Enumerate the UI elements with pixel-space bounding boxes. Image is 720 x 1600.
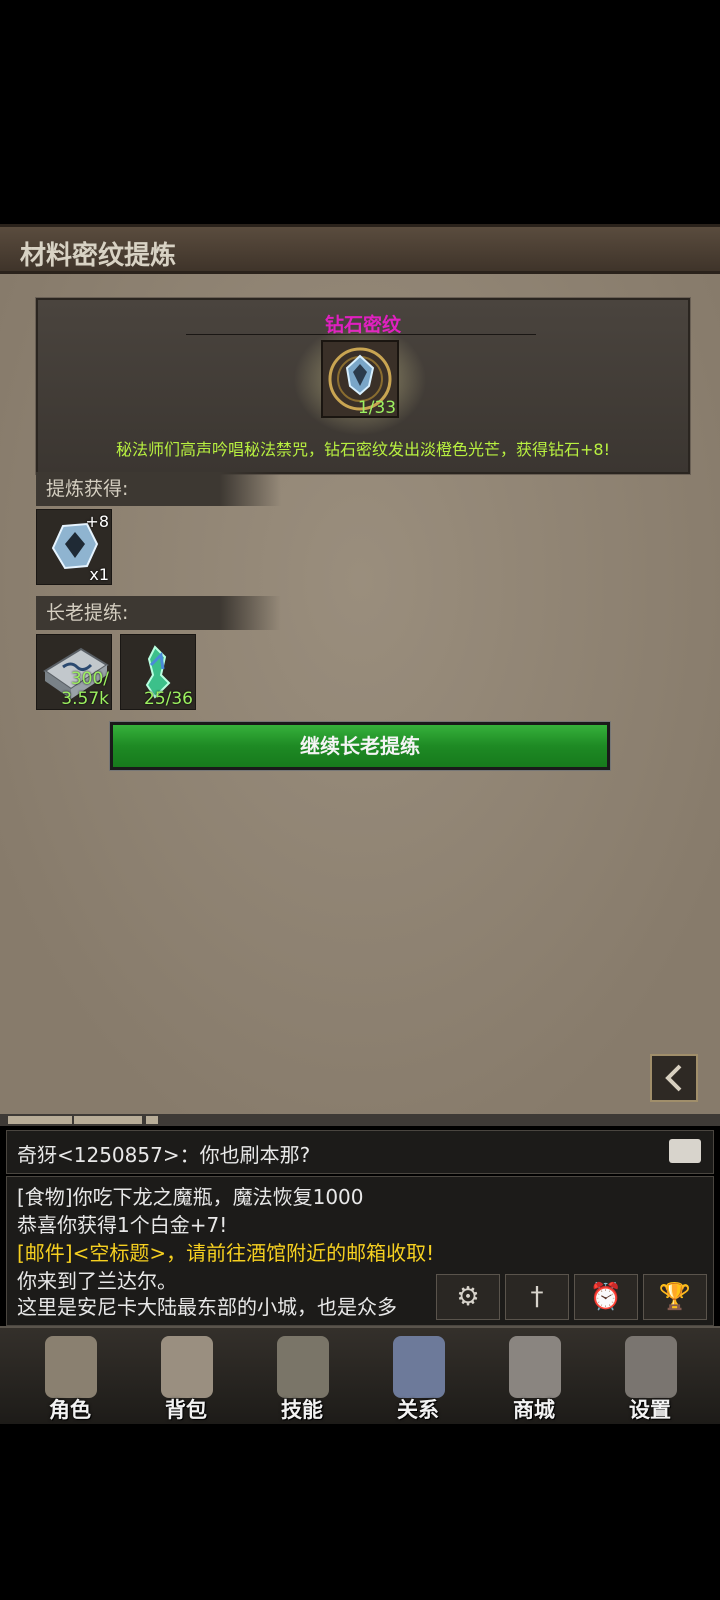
elder-item-slot-2[interactable]: 25/36: [120, 634, 196, 710]
gain-bonus: +8: [85, 512, 109, 531]
nav-label: 设置: [629, 1398, 671, 1422]
helmet-icon: [45, 1336, 97, 1398]
elder-item-1-count-line2: 3.57k: [61, 689, 109, 709]
nav-label: 商城: [513, 1398, 555, 1422]
rune-count: 1/33: [357, 398, 397, 418]
gain-item-slot[interactable]: +8 x1: [36, 509, 112, 585]
trophy-icon[interactable]: 🏆: [643, 1274, 707, 1320]
refine-panel: 材料密纹提炼 钻石密纹 1/33 秘法师们高声吟唱秘法禁咒，钻石密纹发出淡橙色光…: [0, 224, 720, 1114]
bottom-nav: 角色 背包 技能 关系 商城 设置: [0, 1326, 720, 1424]
nav-label: 背包: [165, 1398, 207, 1422]
backpack-icon: [161, 1336, 213, 1398]
nav-label: 技能: [281, 1398, 323, 1422]
continue-elder-refine-button[interactable]: 继续长老提练: [110, 722, 610, 770]
nav-item-skills[interactable]: 技能: [252, 1328, 352, 1424]
nav-label: 关系: [397, 1398, 439, 1422]
chevron-left-icon: [665, 1064, 682, 1092]
nav-item-character[interactable]: 角色: [20, 1328, 120, 1424]
nav-label: 角色: [49, 1398, 91, 1422]
chat-log-line: [食物]你吃下龙之魔瓶，魔法恢复1000: [17, 1185, 364, 1209]
spellbook-icon: [277, 1336, 329, 1398]
chat-bubble-icon[interactable]: [669, 1139, 701, 1163]
chat-log-line: [邮件]<空标题>，请前往酒馆附近的邮箱收取!: [17, 1241, 435, 1265]
elder-item-slot-1[interactable]: 300/ 3.57k: [36, 634, 112, 710]
chat-tab[interactable]: [74, 1116, 142, 1124]
gain-qty: x1: [89, 565, 109, 584]
chest-icon: [509, 1336, 561, 1398]
compass-gear-icon[interactable]: ⚙: [436, 1274, 500, 1320]
page-title: 材料密纹提炼: [20, 241, 177, 271]
back-button[interactable]: [650, 1054, 698, 1102]
elder-item-1-count-line1: 300/: [70, 669, 109, 689]
nav-item-settings[interactable]: 设置: [600, 1328, 700, 1424]
chat-tab[interactable]: [146, 1116, 158, 1124]
refine-gain-label: 提炼获得:: [36, 472, 281, 506]
elder-refine-label: 长老提练:: [36, 596, 281, 630]
chat-log-line: 恭喜你获得1个白金+7!: [17, 1213, 228, 1237]
title-bar: 材料密纹提炼: [0, 224, 720, 274]
nav-item-backpack[interactable]: 背包: [136, 1328, 236, 1424]
nav-item-shop[interactable]: 商城: [484, 1328, 584, 1424]
chat-latest-text: 奇犽<1250857>：你也刷本那?: [17, 1143, 311, 1167]
chat-latest-message[interactable]: 奇犽<1250857>：你也刷本那?: [6, 1130, 714, 1174]
chat-log-line: 这里是安尼卡大陆最东部的小城，也是众多: [17, 1295, 397, 1319]
elder-item-2-count: 25/36: [144, 689, 193, 709]
rune-description: 秘法师们高声吟唱秘法禁咒，钻石密纹发出淡橙色光芒，获得钻石+8!: [115, 440, 610, 459]
handshake-icon: [393, 1336, 445, 1398]
chat-channel-tabs[interactable]: [0, 1114, 720, 1126]
gear-icon: [625, 1336, 677, 1398]
nav-item-relations[interactable]: 关系: [368, 1328, 468, 1424]
chat-log-line: 你来到了兰达尔。: [17, 1269, 177, 1293]
chat-tab[interactable]: [8, 1116, 72, 1124]
rune-info-box: 钻石密纹 1/33 秘法师们高声吟唱秘法禁咒，钻石密纹发出淡橙色光芒，获得钻石+…: [36, 298, 690, 474]
sword-icon[interactable]: †: [505, 1274, 569, 1320]
alarm-clock-icon[interactable]: ⏰: [574, 1274, 638, 1320]
